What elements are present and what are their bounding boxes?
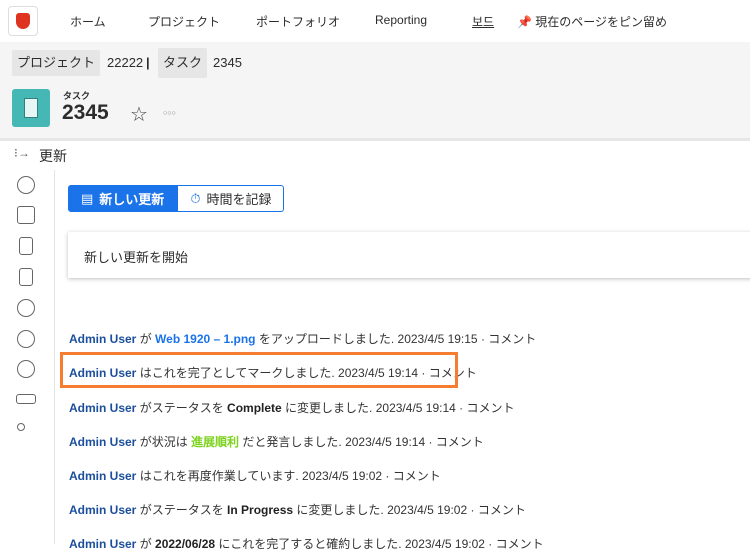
left-sidebar (0, 170, 55, 544)
comment-link[interactable]: · コメント (456, 401, 514, 415)
page-title: 2345 (62, 101, 109, 124)
update-item: Admin User がステータスを Complete に変更しました. 202… (69, 401, 515, 415)
nav-home[interactable]: ホーム (70, 13, 106, 30)
user-link[interactable]: Admin User (69, 332, 136, 346)
documents-icon[interactable] (19, 237, 33, 255)
user-link[interactable]: Admin User (69, 435, 136, 449)
updates-icon[interactable] (17, 176, 35, 194)
section-title: 更新 (39, 148, 67, 164)
log-time-button[interactable]: ⏱ 時間を記録 (177, 185, 285, 212)
comment-link[interactable]: · コメント (425, 435, 483, 449)
user-link[interactable]: Admin User (69, 469, 136, 483)
user-link[interactable]: Admin User (69, 537, 136, 551)
user-link[interactable]: Admin User (69, 503, 136, 517)
note-icon: ▤ (81, 190, 94, 206)
breadcrumb-task[interactable]: 2345 (213, 50, 242, 76)
highlight-box (60, 352, 458, 388)
tasks-icon[interactable] (17, 206, 35, 224)
new-update-label: 新しい更新 (99, 192, 165, 207)
new-update-button[interactable]: ▤ 新しい更新 (68, 185, 178, 212)
task-icon (12, 89, 50, 127)
update-mode-toggle: ▤ 新しい更新 ⏱ 時間を記録 (68, 185, 285, 212)
timer-icon: ⏱ (190, 190, 201, 206)
nav-boards[interactable]: 보드 (472, 13, 494, 30)
favorite-star-icon[interactable]: ☆ (130, 102, 148, 127)
user-link[interactable]: Admin User (69, 401, 136, 415)
breadcrumb-project[interactable]: 22222 (107, 50, 143, 76)
update-item: Admin User はこれを再度作業しています. 2023/4/5 19:02… (69, 469, 441, 483)
breadcrumb-task-label: タスク (158, 48, 208, 78)
update-item: Admin User が状況は 進展順利 だと発言しました. 2023/4/5 … (69, 435, 484, 449)
comment-link[interactable]: · コメント (485, 537, 543, 551)
breadcrumb-project-label: プロジェクト (12, 50, 101, 76)
pin-icon: 📌 (517, 15, 532, 29)
divider (0, 138, 750, 141)
file-link[interactable]: Web 1920 – 1.png (155, 332, 255, 346)
update-item: Admin User がステータスを In Progress に変更しました. … (69, 503, 526, 517)
nav-portfolios[interactable]: ポートフォリオ (256, 13, 340, 30)
app-logo[interactable] (8, 6, 38, 36)
issues-icon[interactable] (17, 299, 35, 317)
new-update-input[interactable]: 新しい更新を開始 (68, 232, 750, 278)
time-icon[interactable] (17, 330, 35, 348)
more-options-button[interactable]: ○○○ (163, 110, 176, 117)
nav-reporting[interactable]: Reporting (375, 13, 427, 27)
pin-page-button[interactable]: 📌 現在のページをピン留め (517, 13, 667, 30)
update-item: Admin User が Web 1920 – 1.png をアップロードしまし… (69, 332, 537, 346)
logo-icon (16, 13, 30, 29)
expenses-icon[interactable] (16, 394, 36, 404)
workflow-icon[interactable] (17, 423, 25, 431)
nav-projects[interactable]: プロジェクト (148, 13, 220, 30)
pin-label: 現在のページをピン留め (535, 15, 668, 29)
comment-link[interactable]: · コメント (478, 332, 536, 346)
approvals-icon[interactable] (17, 360, 35, 378)
comment-link[interactable]: · コメント (382, 469, 440, 483)
checklist-icon[interactable] (19, 268, 33, 286)
collapse-panel-icon[interactable]: ⁝→ (14, 146, 30, 160)
condition-badge: 進展順利 (191, 435, 240, 449)
log-time-label: 時間を記録 (206, 192, 272, 207)
breadcrumb-separator: | (146, 55, 150, 70)
comment-link[interactable]: · コメント (467, 503, 525, 517)
